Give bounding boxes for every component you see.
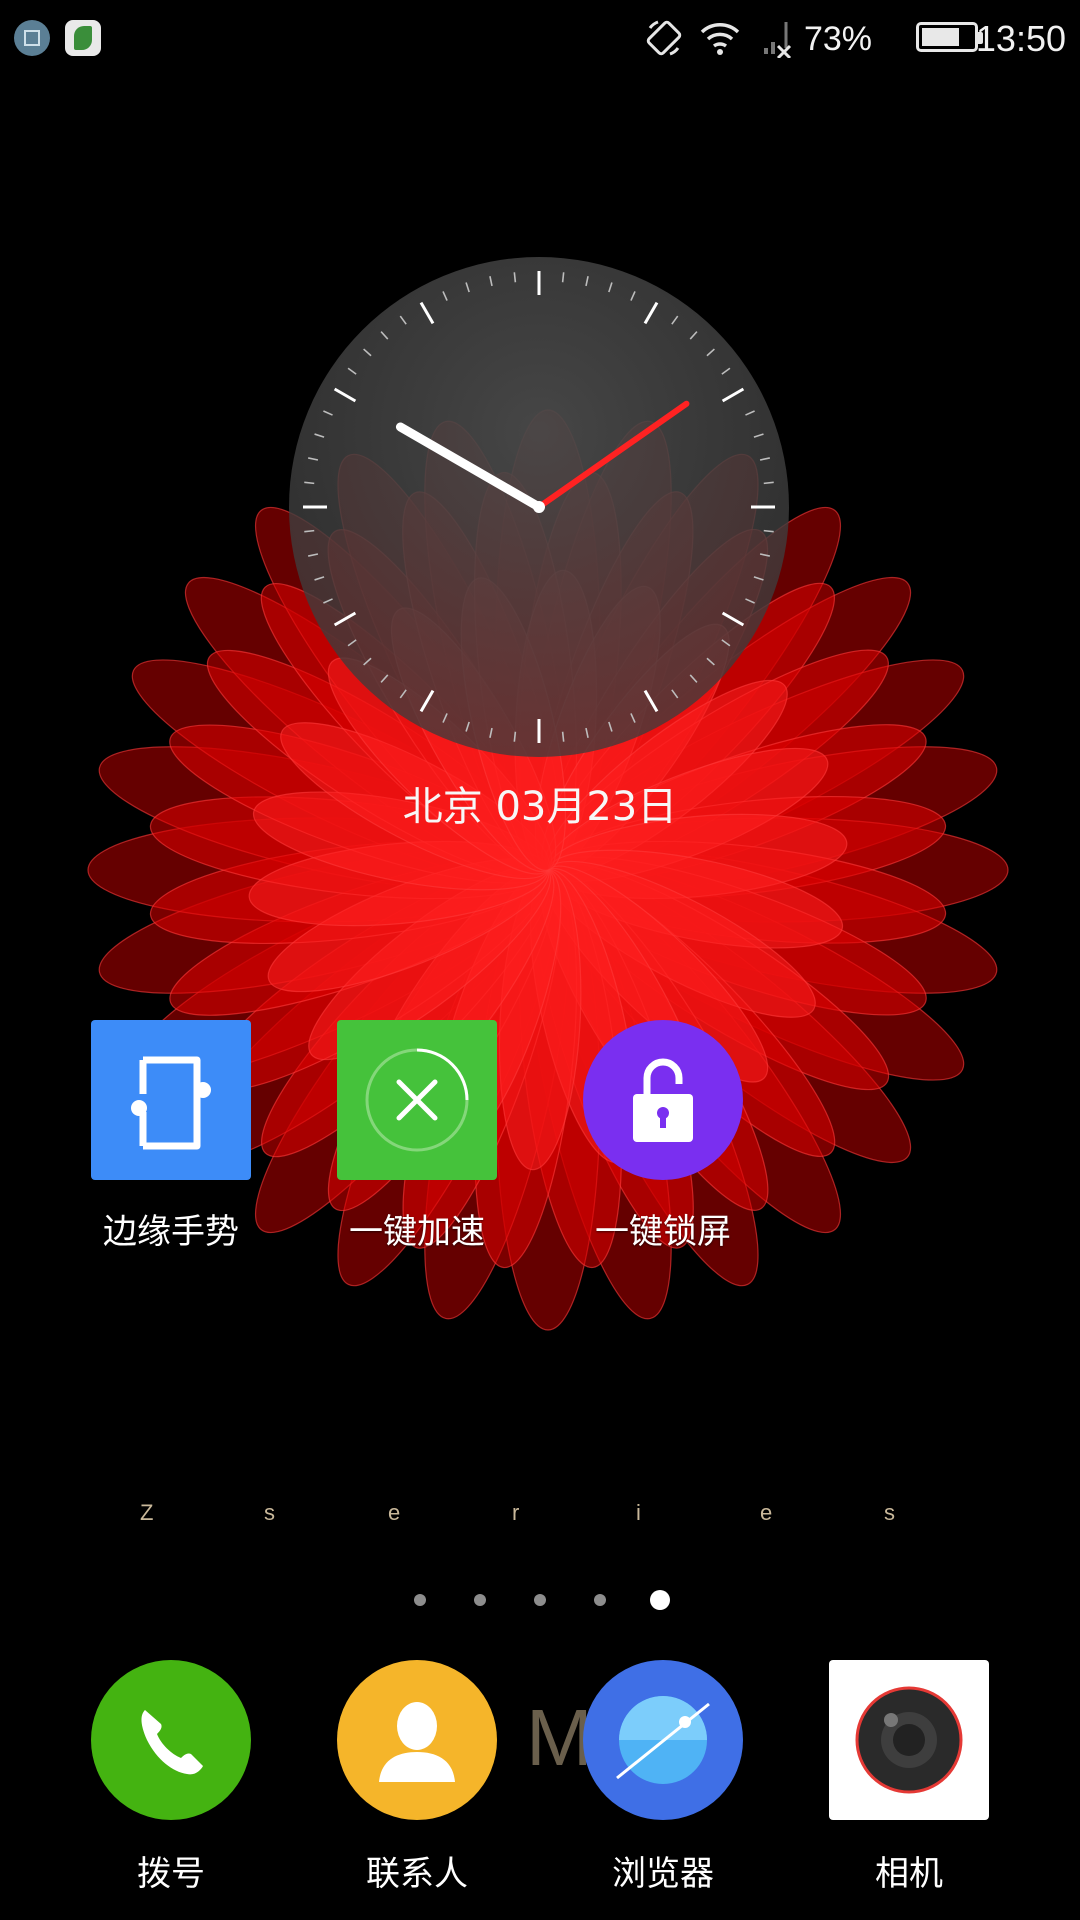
boost-icon [337, 1020, 497, 1180]
wallpaper-letter: s [884, 1500, 895, 1525]
page-dot[interactable] [594, 1594, 606, 1606]
app-one-key-lock[interactable]: 一键锁屏 [543, 1020, 783, 1253]
browser-icon [583, 1660, 743, 1820]
clock-tick [304, 481, 315, 485]
app-edge-gesture[interactable]: 边缘手势 [51, 1020, 291, 1253]
phone-icon [91, 1660, 251, 1820]
battery-icon [916, 22, 983, 52]
app-label: 相机 [875, 1854, 943, 1894]
home-screen: 73% 13:50 北京 03月23日 边缘手势 一键加速 一键锁屏 Z s e… [0, 0, 1080, 1920]
app-contacts[interactable]: 联系人 [297, 1660, 537, 1895]
clock-tick [561, 731, 565, 742]
edge-gesture-icon [91, 1020, 251, 1180]
page-dot[interactable] [474, 1594, 486, 1606]
clock-tick [513, 272, 517, 283]
wallpaper-series-text: Zs e r i e s [140, 1500, 940, 1530]
app-label: 一键加速 [349, 1212, 485, 1252]
app-label: 浏览器 [612, 1854, 714, 1894]
app-label: 拨号 [137, 1854, 205, 1894]
wallpaper-letter: Z [140, 1500, 154, 1525]
battery-level-fill [922, 28, 959, 46]
page-indicator[interactable] [0, 1590, 1080, 1610]
launcher-app-icon [65, 20, 101, 56]
page-dot[interactable] [414, 1594, 426, 1606]
lock-icon [583, 1020, 743, 1180]
rotation-lock-icon [646, 20, 682, 56]
app-browser[interactable]: 浏览器 [543, 1660, 783, 1895]
clock-tick [513, 731, 517, 742]
page-dot[interactable] [534, 1594, 546, 1606]
clock-date-location: 北京 03月23日 [402, 784, 678, 830]
clock-tick [561, 272, 565, 283]
battery-percent: 73% [803, 19, 872, 58]
no-signal-icon [764, 22, 792, 58]
wallpaper-letter: r [512, 1500, 520, 1525]
wallpaper-letter: i [636, 1500, 641, 1525]
camera-icon [829, 1660, 989, 1820]
clock-center-pin [533, 501, 545, 513]
contacts-icon [337, 1660, 497, 1820]
clock-tick [304, 529, 315, 533]
app-one-key-boost[interactable]: 一键加速 [297, 1020, 537, 1253]
app-label: 一键锁屏 [595, 1212, 731, 1252]
wallpaper-letter: e [760, 1500, 773, 1525]
app-label: 联系人 [366, 1854, 468, 1894]
clock-tick [763, 481, 774, 485]
clock-tick [763, 529, 774, 533]
app-label: 边缘手势 [103, 1212, 239, 1252]
wifi-icon [700, 23, 740, 55]
page-dot[interactable] [650, 1590, 670, 1610]
app-dialer[interactable]: 拨号 [51, 1660, 291, 1895]
status-bar: 73% 13:50 [0, 0, 1080, 78]
wallpaper-letter: s [264, 1500, 275, 1525]
app-camera[interactable]: 相机 [789, 1660, 1029, 1895]
wallpaper-letter: e [388, 1500, 401, 1525]
status-time: 13:50 [975, 18, 1066, 59]
screenshot-icon [14, 20, 50, 56]
analog-clock-widget[interactable] [288, 256, 790, 758]
